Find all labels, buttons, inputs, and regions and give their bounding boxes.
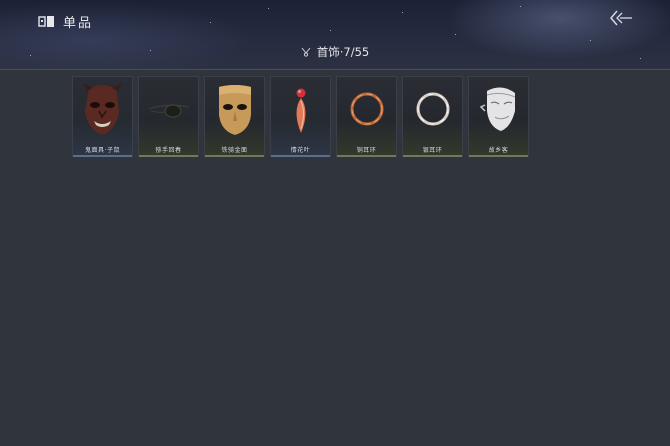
item-name: 鬼面具·子鼠 <box>85 147 120 154</box>
copper-ring-icon <box>350 92 384 126</box>
item-card[interactable]: 情花叶 <box>270 76 331 157</box>
item-card[interactable]: 银耳环 <box>402 76 463 157</box>
wardrobe-icon <box>38 14 55 28</box>
item-name: 银耳环 <box>422 147 443 154</box>
item-name: 铜耳环 <box>356 147 377 154</box>
petal-pendant-icon <box>296 88 306 133</box>
white-mask-icon <box>479 87 516 131</box>
back-button[interactable] <box>608 9 634 27</box>
item-card[interactable]: 铁骑金面 <box>204 76 265 157</box>
page-title-group: 单品 <box>38 12 94 31</box>
star <box>590 40 591 41</box>
silver-ring-icon <box>416 92 450 126</box>
item-name: 情花叶 <box>290 147 311 154</box>
eye-patch-icon <box>148 104 190 118</box>
gold-mask-icon <box>219 85 251 135</box>
top-bar: 单品 首饰·7/55 <box>0 0 670 70</box>
item-card[interactable]: 猕手回春 <box>138 76 199 157</box>
item-card[interactable]: 铜耳环 <box>336 76 397 157</box>
item-name: 故乡客 <box>488 147 509 154</box>
category-label: 首饰·7/55 <box>316 45 370 59</box>
demon-mask-icon <box>83 83 122 135</box>
star <box>210 22 211 23</box>
item-grid: 鬼面具·子鼠 猕手回春 铁骑金面 情花叶 铜耳环 银耳环 故乡客 <box>72 76 529 157</box>
star <box>402 12 403 13</box>
page-title: 单品 <box>63 15 94 31</box>
star <box>268 8 269 9</box>
star <box>520 6 521 7</box>
category-header: 首饰·7/55 <box>0 44 670 60</box>
item-name: 铁骑金面 <box>221 147 248 154</box>
star <box>330 30 331 31</box>
item-card[interactable]: 鬼面具·子鼠 <box>72 76 133 157</box>
back-arrow-icon <box>610 10 632 26</box>
item-name: 猕手回春 <box>155 147 182 154</box>
star <box>455 34 456 35</box>
item-card[interactable]: 故乡客 <box>468 76 529 157</box>
necklace-icon <box>301 46 311 57</box>
